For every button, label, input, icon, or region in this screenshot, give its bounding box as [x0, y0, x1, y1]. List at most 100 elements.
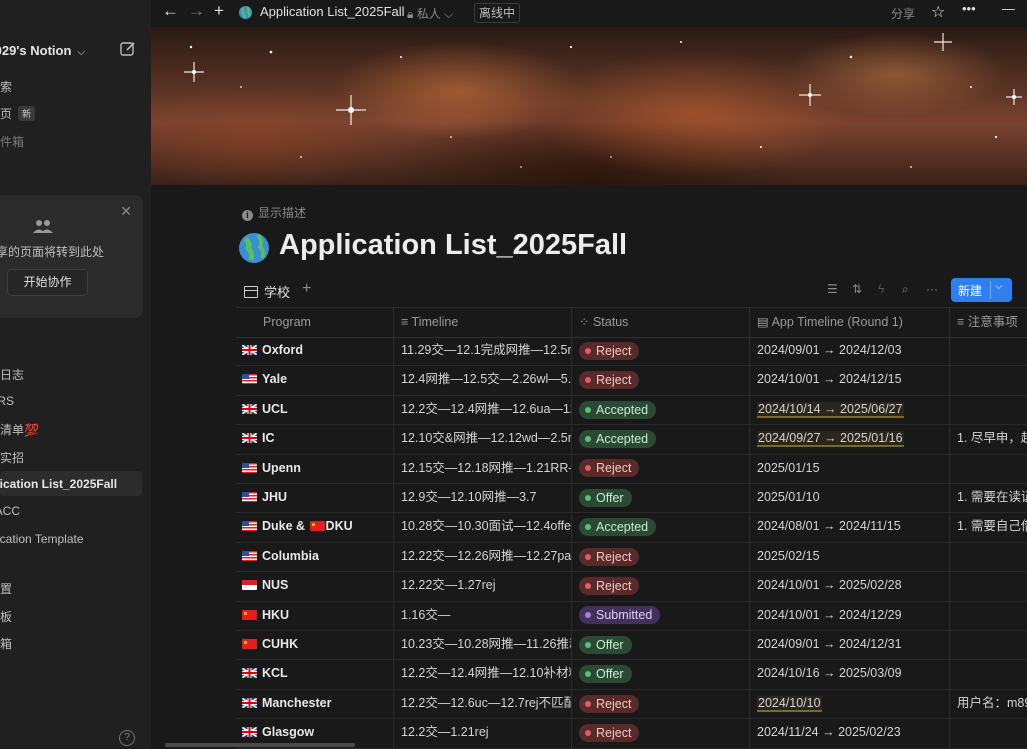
back-arrow-icon[interactable]: ← [162, 1, 179, 21]
share-button[interactable]: 分享 [891, 5, 915, 22]
timeline-cell[interactable]: 12.9交—12.10网推—3.7 [401, 483, 571, 512]
status-cell[interactable]: Accepted [579, 424, 749, 453]
sidebar-page-lacc[interactable]: LACC [0, 504, 20, 518]
sidebar-item-settings[interactable]: 设置 [0, 580, 12, 597]
forward-arrow-icon[interactable]: → [188, 1, 205, 21]
privacy-dropdown[interactable]: 🔒︎ 私人 ⌵ [407, 5, 453, 22]
program-cell[interactable]: JHU [242, 483, 392, 512]
program-cell[interactable]: HKU [242, 601, 392, 630]
status-cell[interactable]: Offer [579, 483, 749, 512]
app-timeline-cell[interactable]: 2025/02/15 [757, 542, 947, 571]
app-timeline-cell[interactable]: 2024/10/01 → 2025/02/28 [757, 571, 947, 600]
table-row[interactable]: Columbia 12.22交—12.26网推—12.27pay Reject 202… [236, 542, 1027, 573]
status-cell[interactable]: Reject [579, 454, 749, 483]
minimize-icon[interactable]: — [1002, 1, 1015, 16]
sidebar-page-grs[interactable]: GRS [0, 394, 14, 408]
table-row[interactable]: IC 12.10交&网推—12.12wd—2.5ri Accepted 2024/09… [236, 424, 1027, 455]
column-header-status[interactable]: ⁘ Status [579, 308, 628, 337]
status-cell[interactable]: Offer [579, 659, 749, 688]
app-timeline-cell[interactable]: 2025/01/10 [757, 483, 947, 512]
notes-cell[interactable] [957, 571, 1027, 600]
close-icon[interactable]: ✕ [120, 203, 132, 220]
notes-cell[interactable] [957, 365, 1027, 394]
timeline-cell[interactable]: 12.2交—12.4网推—12.6ua—12 [401, 395, 571, 424]
status-cell[interactable]: Offer [579, 630, 749, 659]
sidebar-page-school-list[interactable]: 选校清单💯 [0, 421, 39, 438]
status-cell[interactable]: Submitted [579, 601, 749, 630]
timeline-cell[interactable]: 10.23交—10.28网推—11.26推动 [401, 630, 571, 659]
timeline-cell[interactable]: 10.28交—10.30面试—12.4offer [401, 512, 571, 541]
program-cell[interactable]: UCL [242, 395, 392, 424]
program-cell[interactable]: Manchester [242, 689, 392, 718]
add-view-icon[interactable]: + [302, 280, 311, 298]
status-cell[interactable]: Reject [579, 542, 749, 571]
table-row[interactable]: UCL 12.2交—12.4网推—12.6ua—12 Accepted 2024/10… [236, 395, 1027, 426]
column-header-program[interactable]: Program [263, 308, 311, 337]
sidebar-item-home[interactable]: 主页新 [0, 105, 36, 122]
filter-icon[interactable]: ☰ [827, 282, 838, 296]
program-cell[interactable]: Upenn [242, 454, 392, 483]
app-timeline-cell[interactable]: 2024/08/01 → 2024/11/15 [757, 512, 947, 541]
table-row[interactable]: Duke & DKU 10.28交—10.30面试—12.4offer Accept… [236, 512, 1027, 543]
horizontal-scrollbar[interactable] [165, 743, 355, 747]
column-header-app-timeline[interactable]: ▤ App Timeline (Round 1) [757, 308, 903, 337]
status-cell[interactable]: Accepted [579, 395, 749, 424]
program-cell[interactable]: Columbia [242, 542, 392, 571]
app-timeline-cell[interactable]: 2024/10/16 → 2025/03/09 [757, 659, 947, 688]
notes-cell[interactable]: 用户名：m89 [957, 689, 1027, 718]
status-cell[interactable]: Reject [579, 365, 749, 394]
status-cell[interactable]: Reject [579, 718, 749, 747]
notes-cell[interactable] [957, 601, 1027, 630]
add-icon[interactable]: + [214, 1, 224, 21]
sidebar-item-search[interactable]: 搜索 [0, 78, 12, 95]
sidebar-item-inbox[interactable]: 收件箱 [0, 133, 24, 150]
notes-cell[interactable] [957, 718, 1027, 747]
sort-icon[interactable]: ⇅ [852, 282, 862, 296]
notes-cell[interactable] [957, 630, 1027, 659]
program-cell[interactable]: CUHK [242, 630, 392, 659]
table-row[interactable]: Oxford 11.29交—12.1完成网推—12.5ra Reject 2024/0… [236, 336, 1027, 367]
status-cell[interactable]: Reject [579, 689, 749, 718]
help-icon[interactable]: ? [119, 730, 135, 746]
program-cell[interactable]: NUS [242, 571, 392, 600]
app-timeline-cell[interactable]: 2025/01/15 [757, 454, 947, 483]
program-cell[interactable]: IC [242, 424, 392, 453]
table-row[interactable]: CUHK 10.23交—10.28网推—11.26推动 Offer 2024/09/0… [236, 630, 1027, 661]
timeline-cell[interactable]: 1.16交— [401, 601, 571, 630]
table-row[interactable]: KCL 12.2交—12.4网推—12.10补材料 Offer 2024/10/16 … [236, 659, 1027, 690]
status-cell[interactable]: Reject [579, 571, 749, 600]
app-timeline-cell[interactable]: 2024/11/24 → 2025/02/23 [757, 718, 947, 747]
app-timeline-cell[interactable]: 2024/10/01 → 2024/12/29 [757, 601, 947, 630]
timeline-cell[interactable]: 12.22交—1.27rej [401, 571, 571, 600]
start-collab-button[interactable]: 开始协作 [7, 269, 88, 296]
search-icon[interactable]: ⌕ [902, 282, 909, 297]
app-timeline-cell[interactable]: 2024/09/01 → 2024/12/03 [757, 336, 947, 365]
table-row[interactable]: Manchester 12.2交—12.6uc—12.7rej不匹配 Reject 2… [236, 689, 1027, 720]
table-row[interactable]: NUS 12.22交—1.27rej Reject 2024/10/01 → 2025… [236, 571, 1027, 602]
program-cell[interactable]: Yale [242, 365, 392, 394]
notes-cell[interactable] [957, 542, 1027, 571]
timeline-cell[interactable]: 12.2交—1.21rej [401, 718, 571, 747]
program-cell[interactable]: Duke & DKU [242, 512, 392, 541]
page-title[interactable]: Application List_2025Fall [279, 229, 627, 262]
timeline-cell[interactable]: 12.2交—12.6uc—12.7rej不匹配 [401, 689, 571, 718]
notes-cell[interactable]: 1. 需要自己借 [957, 512, 1027, 541]
program-cell[interactable]: Oxford [242, 336, 392, 365]
more-icon[interactable]: ••• [962, 1, 976, 16]
table-row[interactable]: Upenn 12.15交—12.18网推—1.21RR—2 Reject 2025/0… [236, 454, 1027, 484]
timeline-cell[interactable]: 11.29交—12.1完成网推—12.5ra [401, 336, 571, 365]
app-timeline-cell[interactable]: 2024/10/01 → 2024/12/15 [757, 365, 947, 394]
sidebar-item-trash[interactable]: 垃圾箱 [0, 635, 12, 652]
timeline-cell[interactable]: 12.4网推—12.5交—2.26wl—5.6 [401, 365, 571, 394]
notes-cell[interactable] [957, 336, 1027, 365]
app-timeline-cell[interactable]: 2024/09/27 → 2025/01/16 [757, 424, 947, 453]
table-row[interactable]: HKU 1.16交— Submitted 2024/10/01 → 2024/12/2… [236, 601, 1027, 631]
timeline-cell[interactable]: 12.15交—12.18网推—1.21RR—2 [401, 454, 571, 483]
notes-cell[interactable]: 1. 尽早申，越 [957, 424, 1027, 453]
table-row[interactable]: JHU 12.9交—12.10网推—3.7 Offer 2025/01/10 1. 需要… [236, 483, 1027, 514]
sidebar-page-log[interactable]: 申请日志 [0, 366, 24, 383]
notes-cell[interactable]: 1. 需要在读证 [957, 483, 1027, 512]
new-page-icon[interactable] [119, 40, 137, 58]
sidebar-page-recruit[interactable]: 找实招 [0, 449, 24, 466]
chevron-down-icon[interactable]: ⌵ [995, 281, 1003, 292]
